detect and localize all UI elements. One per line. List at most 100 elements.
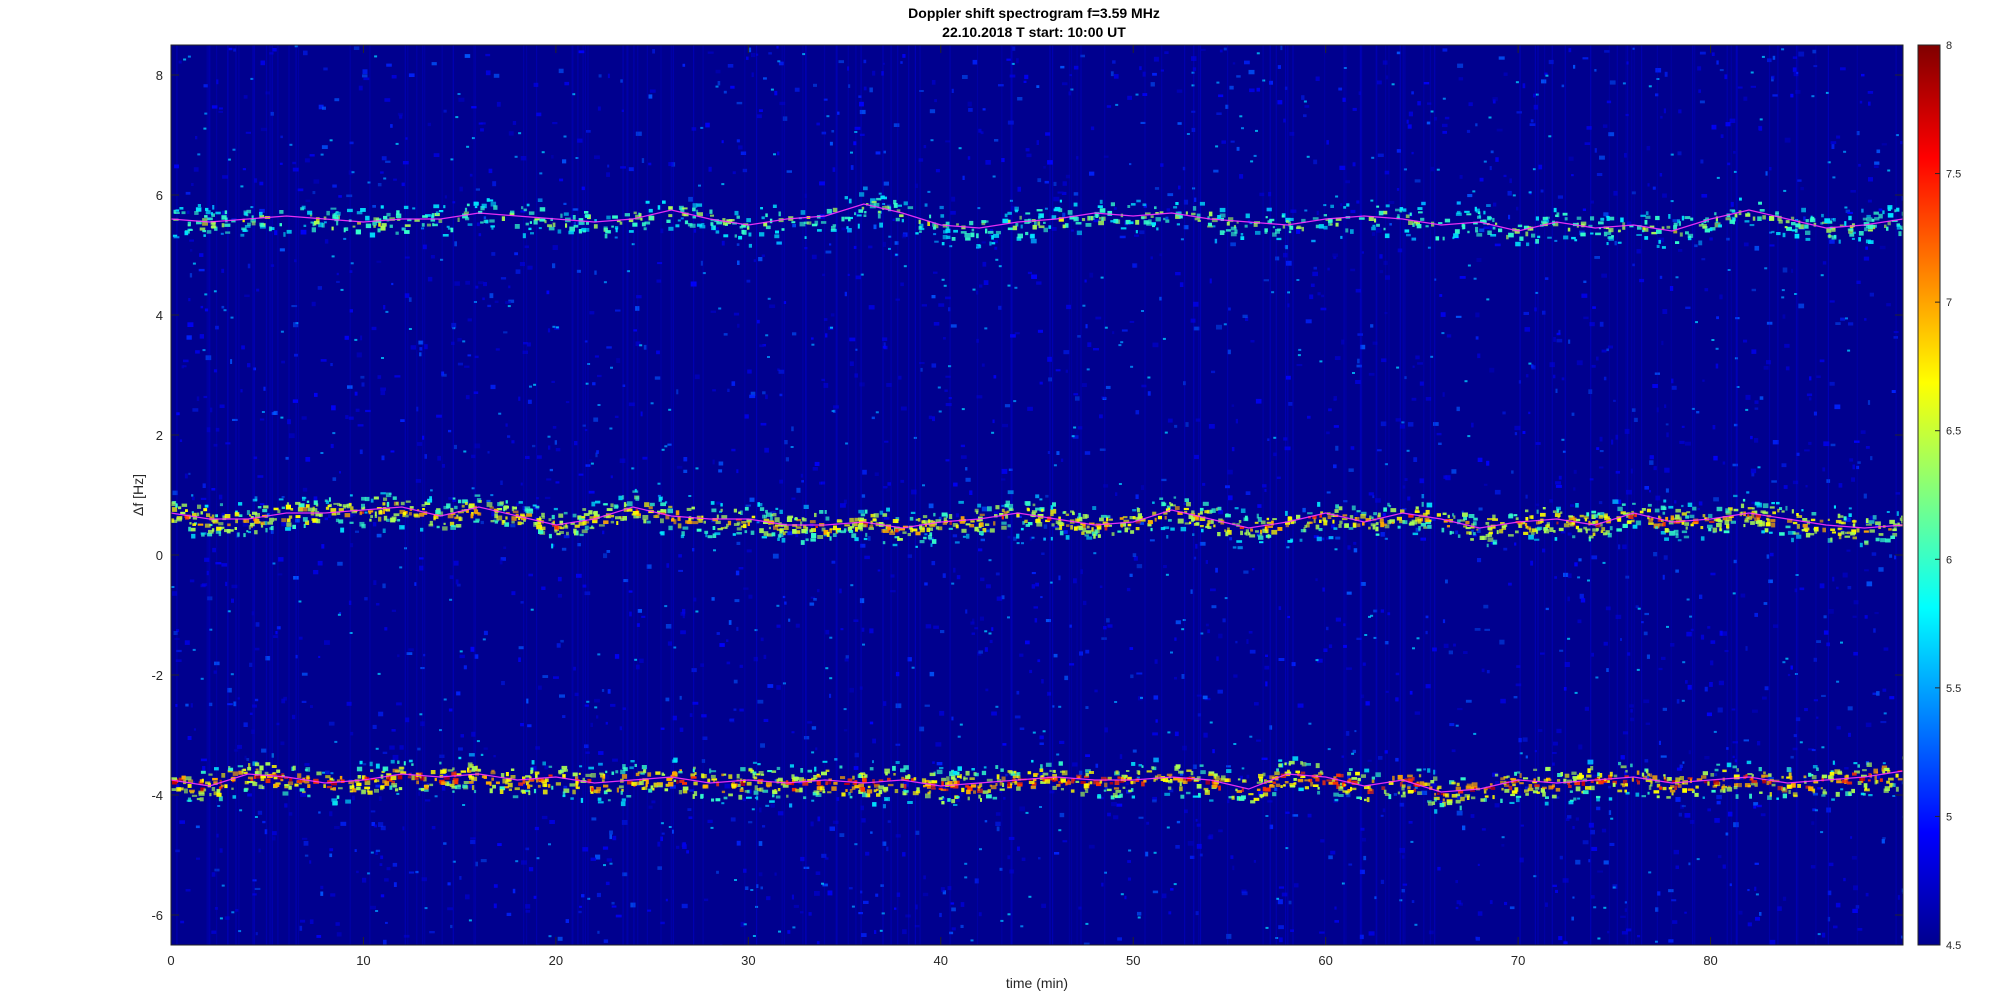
- noise-speckle: [511, 591, 516, 596]
- signal-speckle: [886, 507, 890, 512]
- signal-speckle: [1467, 230, 1470, 234]
- noise-speckle: [590, 462, 594, 465]
- noise-speckle: [810, 821, 814, 827]
- noise-speckle: [1783, 189, 1787, 192]
- noise-speckle: [1396, 366, 1400, 369]
- signal-speckle: [1057, 521, 1064, 526]
- noise-speckle: [1395, 672, 1400, 676]
- signal-speckle: [225, 217, 228, 223]
- noise-speckle: [1166, 208, 1170, 212]
- noise-speckle: [1448, 650, 1453, 655]
- noise-speckle: [314, 392, 318, 397]
- signal-speckle: [237, 532, 240, 537]
- noise-speckle: [301, 672, 308, 676]
- noise-speckle: [1609, 80, 1616, 85]
- noise-speckle: [936, 762, 943, 766]
- noise-speckle: [1441, 332, 1445, 335]
- noise-speckle: [400, 419, 405, 422]
- noise-speckle: [1041, 903, 1046, 908]
- noise-speckle: [1167, 193, 1174, 197]
- noise-speckle: [1666, 625, 1669, 628]
- noise-speckle: [1039, 498, 1043, 501]
- signal-speckle: [374, 511, 377, 517]
- signal-speckle: [1567, 227, 1571, 232]
- noise-speckle: [1037, 178, 1042, 183]
- noise-speckle: [1411, 91, 1414, 95]
- signal-speckle: [1076, 230, 1082, 236]
- signal-speckle: [1150, 527, 1153, 532]
- noise-speckle: [1522, 83, 1526, 89]
- noise-speckle: [1479, 228, 1485, 233]
- noise-speckle: [887, 482, 891, 486]
- noise-speckle: [1320, 307, 1327, 311]
- signal-speckle: [1412, 532, 1419, 536]
- noise-speckle: [447, 907, 453, 911]
- noise-speckle: [1209, 278, 1212, 284]
- noise-speckle: [1707, 808, 1711, 812]
- noise-speckle: [1468, 102, 1473, 107]
- noise-speckle: [1058, 829, 1062, 832]
- noise-speckle: [244, 755, 247, 760]
- noise-speckle: [991, 431, 995, 434]
- noise-speckle: [1721, 631, 1727, 636]
- noise-speckle: [356, 352, 362, 358]
- noise-speckle: [1063, 350, 1070, 355]
- signal-speckle: [1299, 538, 1303, 542]
- noise-speckle: [466, 145, 470, 148]
- noise-speckle: [1881, 839, 1885, 844]
- signal-speckle: [584, 525, 589, 531]
- noise-speckle: [1117, 937, 1122, 941]
- signal-speckle: [1001, 525, 1007, 530]
- noise-speckle: [767, 684, 774, 688]
- noise-speckle: [988, 632, 992, 635]
- noise-speckle: [1007, 855, 1011, 860]
- signal-speckle: [1017, 233, 1023, 239]
- noise-speckle: [767, 297, 771, 300]
- signal-speckle: [202, 230, 206, 233]
- signal-speckle: [1831, 235, 1837, 240]
- noise-speckle: [1139, 66, 1142, 71]
- noise-speckle: [1520, 824, 1524, 827]
- noise-streak: [1184, 45, 1186, 945]
- noise-speckle: [1257, 504, 1262, 508]
- noise-speckle: [705, 213, 710, 217]
- noise-speckle: [1516, 111, 1522, 114]
- noise-speckle: [1540, 189, 1544, 193]
- noise-speckle: [1059, 812, 1065, 818]
- signal-speckle: [1621, 503, 1626, 506]
- noise-speckle: [1843, 150, 1847, 153]
- noise-speckle: [1598, 501, 1603, 505]
- signal-speckle: [1236, 540, 1243, 543]
- noise-speckle: [1031, 572, 1036, 575]
- noise-speckle: [716, 870, 719, 874]
- signal-speckle: [709, 209, 713, 214]
- signal-speckle: [1461, 224, 1465, 230]
- signal-speckle: [667, 508, 673, 514]
- signal-speckle: [964, 233, 971, 238]
- noise-speckle: [1599, 450, 1604, 453]
- signal-speckle: [584, 211, 589, 214]
- signal-speckle: [689, 223, 696, 228]
- signal-speckle: [1644, 236, 1649, 240]
- noise-speckle: [1661, 656, 1666, 660]
- noise-speckle: [1016, 690, 1020, 695]
- noise-speckle: [1252, 568, 1255, 571]
- noise-speckle: [1218, 829, 1223, 833]
- noise-speckle: [1278, 658, 1285, 661]
- signal-speckle: [1165, 219, 1170, 223]
- signal-speckle: [1549, 527, 1554, 532]
- noise-speckle: [1389, 223, 1392, 226]
- noise-speckle: [723, 333, 728, 336]
- signal-speckle: [660, 518, 664, 524]
- noise-speckle: [1851, 856, 1857, 860]
- noise-speckle: [301, 837, 308, 840]
- noise-speckle: [831, 410, 835, 413]
- signal-speckle: [777, 537, 780, 541]
- signal-speckle: [259, 211, 263, 216]
- noise-speckle: [770, 88, 774, 91]
- noise-speckle: [1365, 701, 1370, 706]
- noise-speckle: [615, 309, 621, 312]
- signal-speckle: [675, 224, 680, 228]
- noise-speckle: [746, 549, 752, 553]
- signal-speckle: [1591, 510, 1597, 514]
